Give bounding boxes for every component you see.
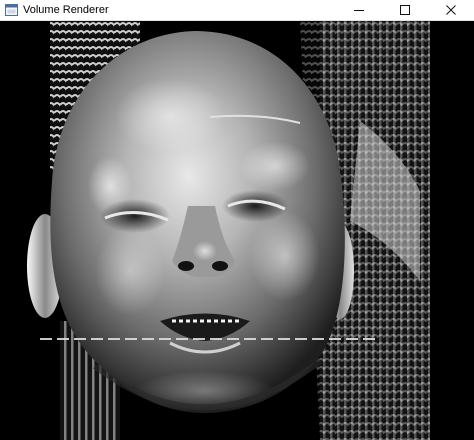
volume-renderer-window: Volume Renderer: [0, 0, 474, 440]
minimize-icon: [354, 10, 364, 11]
title-bar[interactable]: Volume Renderer: [0, 0, 474, 21]
volume-rendered-head-image: [0, 21, 474, 440]
close-button[interactable]: [428, 0, 474, 20]
maximize-icon: [400, 5, 410, 15]
window-title: Volume Renderer: [23, 4, 109, 16]
render-viewport[interactable]: [0, 21, 474, 440]
maximize-button[interactable]: [382, 0, 428, 20]
app-window-icon: [4, 3, 18, 17]
minimize-button[interactable]: [336, 0, 382, 20]
close-icon: [446, 5, 456, 15]
